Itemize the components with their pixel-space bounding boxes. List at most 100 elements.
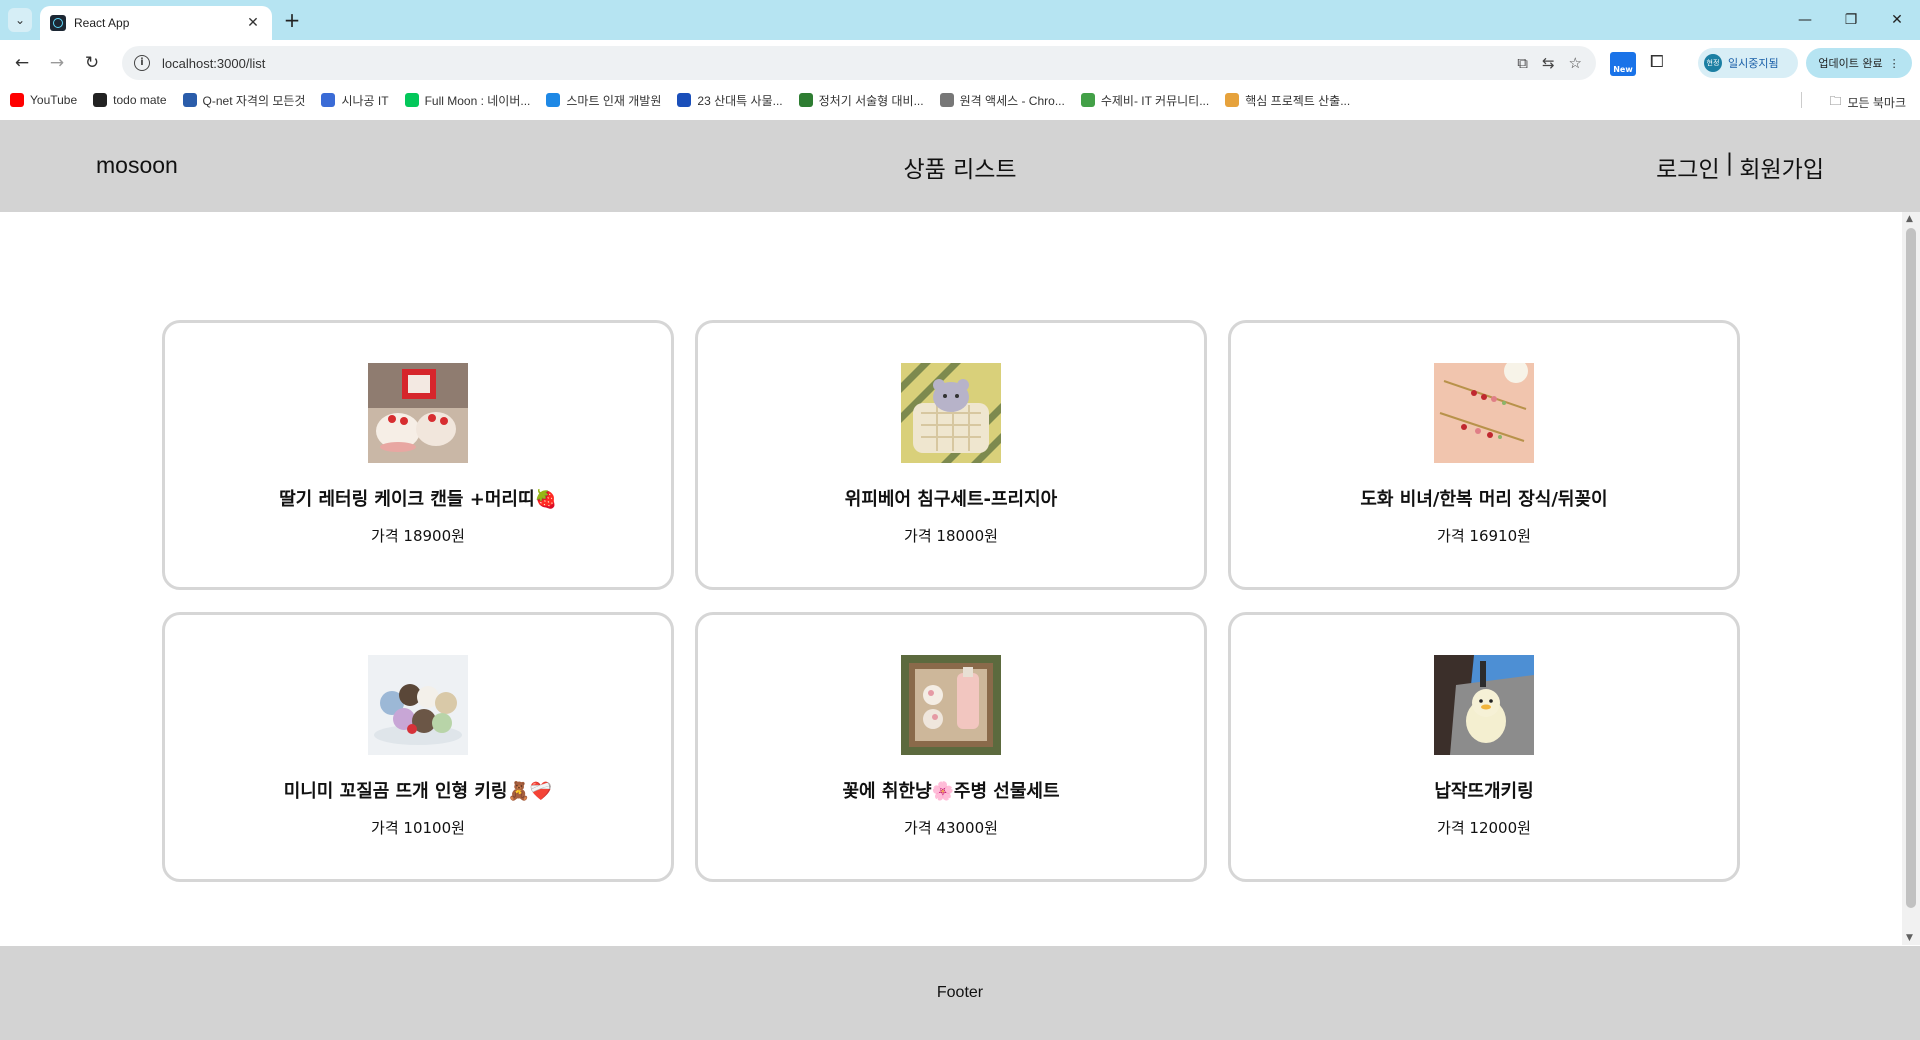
new-tab-plus-icon[interactable]: + [280, 9, 304, 33]
product-image [901, 363, 1001, 463]
browser-toolbar: ← → ↻ i localhost:3000/list ⧉ ⇆ ☆ New ⧠ … [0, 40, 1920, 86]
update-label: 업데이트 완료 [1818, 57, 1883, 70]
react-favicon-icon [50, 15, 66, 31]
extension-new-icon[interactable]: New [1610, 52, 1636, 76]
auth-separator: | [1725, 150, 1734, 176]
bookmark-label: YouTube [30, 93, 78, 107]
bookmark-favicon-icon [321, 93, 336, 107]
bookmark-favicon-icon [10, 93, 24, 107]
profile-status-label: 일시중지됨 [1728, 57, 1779, 70]
product-image [1434, 363, 1534, 463]
bookmark-label: 시나공 IT [341, 93, 389, 108]
extensions-puzzle-icon[interactable]: ⧠ [1650, 52, 1664, 72]
product-image [1434, 655, 1534, 755]
bookmark-label: 정처기 서술형 대비... [818, 93, 924, 108]
all-bookmarks-button[interactable]: 🗀 모든 북마크 [1829, 92, 1906, 113]
browser-tabstrip: ⌄ React App ✕ + — ❐ ✕ [0, 0, 1920, 40]
product-name[interactable]: 꽃에 취한냥🌸주병 선물세트 [842, 777, 1059, 803]
page-title: 상품 리스트 [903, 157, 1017, 183]
bookmark-item[interactable]: YouTube [10, 93, 77, 107]
translate-icon[interactable]: ⇆ [1542, 54, 1555, 72]
bookmark-star-icon[interactable]: ☆ [1569, 54, 1582, 72]
bookmark-item[interactable]: 정처기 서술형 대비... [798, 92, 924, 109]
product-card[interactable]: 위피베어 침구세트-프리지아 가격 18000원 [695, 320, 1207, 590]
bookmark-label: 23 산대특 사물... [697, 93, 783, 108]
close-window-icon[interactable]: ✕ [1874, 0, 1920, 40]
product-card[interactable]: 꽃에 취한냥🌸주병 선물세트 가격 43000원 [695, 612, 1207, 882]
page-viewport: mosoon 상품 리스트 로그인 | 회원가입 ▲ ▼ 딸기 레터링 케이크 … [0, 120, 1920, 1040]
bookmark-favicon-icon [404, 93, 419, 107]
update-button[interactable]: 업데이트 완료 ⋮ [1806, 48, 1912, 78]
bookmark-item[interactable]: Q-net 자격의 모든것 [182, 92, 306, 109]
product-card[interactable]: 딸기 레터링 케이크 캔들 +머리띠🍓 가격 18900원 [162, 320, 674, 590]
product-name[interactable]: 위피베어 침구세트-프리지아 [845, 485, 1057, 511]
bookmark-label: 수제비- IT 커뮤니티... [1100, 93, 1210, 108]
bookmark-item[interactable]: todo mate [93, 93, 167, 107]
footer-text: Footer [936, 984, 984, 1001]
signup-link[interactable]: 회원가입 [1739, 150, 1824, 184]
window-controls: — ❐ ✕ [1782, 0, 1920, 40]
profile-button[interactable]: 현정 일시중지됨 [1698, 48, 1798, 78]
bookmark-label: Full Moon : 네이버... [424, 93, 531, 108]
bookmark-item[interactable]: 수제비- IT 커뮤니티... [1080, 92, 1210, 109]
tab-search-chevron-icon[interactable]: ⌄ [8, 8, 32, 32]
product-name[interactable]: 미니미 꼬질곰 뜨개 인형 키링🧸❤️‍🩹 [284, 777, 553, 803]
bookmark-item[interactable]: Full Moon : 네이버... [404, 92, 531, 109]
address-bar[interactable]: i localhost:3000/list ⧉ ⇆ ☆ [122, 46, 1596, 80]
all-bookmarks-label: 모든 북마크 [1847, 96, 1906, 110]
bookmark-favicon-icon [93, 93, 108, 107]
bookmark-item[interactable]: 스마트 인재 개발원 [546, 92, 661, 109]
page-scrollbar[interactable]: ▲ ▼ [1902, 212, 1920, 945]
bookmark-label: Q-net 자격의 모든것 [202, 93, 306, 108]
product-price: 가격 12000원 [1437, 819, 1531, 837]
product-card[interactable]: 도화 비녀/한복 머리 장식/뒤꽂이 가격 16910원 [1228, 320, 1740, 590]
folder-icon: 🗀 [1829, 94, 1842, 108]
close-tab-icon[interactable]: ✕ [244, 15, 262, 31]
bookmark-item[interactable]: 원격 액세스 - Chro... [939, 92, 1065, 109]
bookmark-label: 스마트 인재 개발원 [566, 93, 662, 108]
minimize-icon[interactable]: — [1782, 0, 1828, 40]
product-price: 가격 18000원 [904, 527, 998, 545]
bookmark-label: 원격 액세스 - Chro... [959, 93, 1065, 108]
bookmark-item[interactable]: 핵심 프로젝트 산출... [1225, 92, 1350, 109]
bookmark-item[interactable]: 23 산대특 사물... [677, 92, 783, 109]
profile-avatar: 현정 [1704, 54, 1722, 72]
more-vert-icon: ⋮ [1888, 56, 1900, 70]
back-arrow-icon[interactable]: ← [10, 51, 34, 75]
tab-title: React App [74, 16, 130, 30]
product-image [901, 655, 1001, 755]
bookmark-label: todo mate [113, 93, 167, 107]
login-link[interactable]: 로그인 [1656, 150, 1719, 184]
bookmark-label: 핵심 프로젝트 산출... [1245, 93, 1351, 108]
scroll-up-icon[interactable]: ▲ [1906, 214, 1913, 224]
site-info-icon[interactable]: i [134, 55, 150, 71]
reload-icon[interactable]: ↻ [80, 51, 104, 75]
product-image [368, 363, 468, 463]
bookmark-favicon-icon [1080, 93, 1095, 107]
bookmark-favicon-icon [1225, 93, 1240, 107]
bookmark-item[interactable]: 시나공 IT [321, 92, 389, 109]
bookmark-favicon-icon [798, 93, 813, 107]
product-name[interactable]: 딸기 레터링 케이크 캔들 +머리띠🍓 [279, 485, 557, 511]
bookmark-favicon-icon [182, 93, 197, 107]
product-price: 가격 16910원 [1437, 527, 1531, 545]
scrollbar-thumb[interactable] [1906, 228, 1916, 908]
product-price: 가격 18900원 [371, 527, 465, 545]
product-card[interactable]: 납작뜨개키링 가격 12000원 [1228, 612, 1740, 882]
bookmarks-bar: YouTube todo mate Q-net 자격의 모든것 시나공 IT Full … [0, 86, 1920, 114]
browser-tab[interactable]: React App ✕ [40, 6, 272, 40]
forward-arrow-icon[interactable]: → [45, 51, 69, 75]
bookmark-favicon-icon [939, 93, 954, 107]
product-card[interactable]: 미니미 꼬질곰 뜨개 인형 키링🧸❤️‍🩹 가격 10100원 [162, 612, 674, 882]
scroll-down-icon[interactable]: ▼ [1906, 933, 1913, 943]
product-name[interactable]: 납작뜨개키링 [1434, 777, 1533, 803]
bookmarks-divider [1801, 92, 1802, 108]
restore-icon[interactable]: ❐ [1828, 0, 1874, 40]
product-price: 가격 10100원 [371, 819, 465, 837]
page-footer: Footer [0, 946, 1920, 1040]
product-name[interactable]: 도화 비녀/한복 머리 장식/뒤꽂이 [1360, 485, 1607, 511]
install-app-icon[interactable]: ⧉ [1517, 54, 1528, 72]
address-url[interactable]: localhost:3000/list [162, 56, 1517, 71]
app-header: mosoon 상품 리스트 로그인 | 회원가입 [0, 120, 1920, 212]
product-image [368, 655, 468, 755]
